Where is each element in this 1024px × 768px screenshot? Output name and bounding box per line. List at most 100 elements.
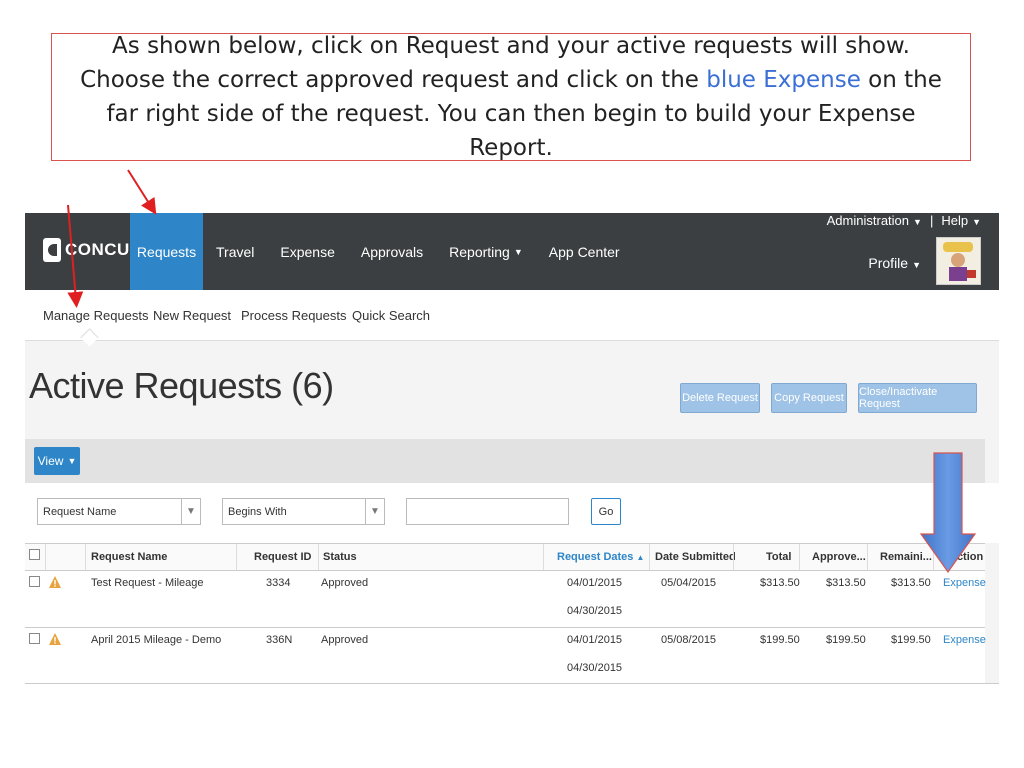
nav-approvals[interactable]: Approvals bbox=[348, 213, 436, 290]
nav-travel-label: Travel bbox=[216, 243, 255, 260]
go-button-label: Go bbox=[598, 505, 614, 518]
page-title: Active Requests (6) bbox=[29, 365, 334, 406]
avatar[interactable] bbox=[936, 237, 981, 285]
column-header-request-dates[interactable]: Request Dates ▲ bbox=[557, 551, 644, 563]
column-header-approved[interactable]: Approve... bbox=[812, 551, 866, 563]
copy-request-label: Copy Request bbox=[774, 392, 844, 404]
nav-expense-label: Expense bbox=[280, 243, 335, 260]
table-header: Request Name Request ID Status Request D… bbox=[25, 543, 985, 571]
view-button[interactable]: View ▼ bbox=[34, 447, 80, 475]
concur-logo[interactable]: CONCUR bbox=[43, 235, 143, 265]
status-cell: Approved bbox=[321, 577, 369, 589]
subnav-quick-search-label: Quick Search bbox=[352, 308, 431, 323]
nav-approvals-label: Approvals bbox=[360, 243, 424, 260]
request-name-cell[interactable]: Test Request - Mileage bbox=[91, 577, 204, 589]
chevron-down-icon: ▼ bbox=[67, 456, 77, 466]
view-toolbar: View ▼ bbox=[25, 439, 985, 483]
avatar-image bbox=[937, 238, 980, 284]
expense-action-link[interactable]: Expense bbox=[943, 634, 986, 646]
row-checkbox[interactable] bbox=[29, 576, 40, 587]
nav-reporting-label: Reporting bbox=[449, 243, 510, 260]
chevron-down-icon: ▼ bbox=[912, 260, 921, 270]
administration-label: Administration bbox=[826, 213, 910, 228]
help-label: Help bbox=[941, 213, 969, 228]
profile-menu[interactable]: Profile ▼ bbox=[868, 255, 921, 271]
profile-label: Profile bbox=[868, 255, 909, 271]
subnav-quick-search[interactable]: Quick Search bbox=[352, 308, 430, 323]
main-nav: Requests Travel Expense Approvals Report… bbox=[130, 213, 633, 290]
nav-travel[interactable]: Travel bbox=[203, 213, 267, 290]
column-separator bbox=[236, 544, 237, 570]
column-separator bbox=[45, 544, 46, 570]
request-name-cell[interactable]: April 2015 Mileage - Demo bbox=[91, 634, 221, 646]
view-button-label: View bbox=[37, 454, 64, 468]
expense-action-link[interactable]: Expense bbox=[943, 577, 986, 589]
nav-app-center-label: App Center bbox=[548, 243, 620, 260]
filter-field-value: Request Name bbox=[43, 505, 117, 518]
instruction-text: As shown below, click on Request and you… bbox=[70, 29, 952, 165]
column-separator bbox=[318, 544, 319, 570]
column-separator bbox=[543, 544, 544, 570]
chevron-down-icon: ▼ bbox=[972, 217, 981, 227]
table-row: April 2015 Mileage - Demo 336N Approved … bbox=[25, 628, 986, 683]
menu-separator: | bbox=[929, 213, 934, 228]
status-cell: Approved bbox=[321, 634, 369, 646]
nav-app-center[interactable]: App Center bbox=[536, 213, 633, 290]
subnav-new-request[interactable]: New Request bbox=[153, 308, 231, 323]
column-header-total[interactable]: Total bbox=[766, 551, 791, 563]
sub-navigation: Manage Requests New Request Process Requ… bbox=[25, 290, 999, 341]
table-row: Test Request - Mileage 3334 Approved 04/… bbox=[25, 571, 986, 628]
go-button[interactable]: Go bbox=[591, 498, 621, 525]
column-header-request-dates-label: Request Dates bbox=[557, 551, 634, 563]
request-end-date-cell: 04/30/2015 bbox=[567, 605, 623, 617]
blue-down-arrow-icon bbox=[920, 452, 976, 574]
arrow-to-requests-icon bbox=[127, 169, 157, 215]
chevron-down-icon: ▼ bbox=[365, 499, 384, 524]
column-separator bbox=[799, 544, 800, 570]
requests-table: Request Name Request ID Status Request D… bbox=[25, 543, 986, 683]
close-inactivate-request-label: Close/Inactivate Request bbox=[859, 386, 938, 410]
delete-request-button[interactable]: Delete Request bbox=[680, 383, 760, 413]
select-all-checkbox[interactable] bbox=[29, 549, 40, 560]
close-inactivate-request-button[interactable]: Close/Inactivate Request bbox=[858, 383, 977, 413]
warning-icon bbox=[49, 576, 61, 588]
subnav-manage-requests[interactable]: Manage Requests bbox=[43, 308, 149, 323]
chevron-down-icon: ▼ bbox=[513, 246, 523, 257]
subnav-new-request-label: New Request bbox=[153, 308, 232, 323]
warning-icon bbox=[49, 633, 61, 645]
copy-request-button[interactable]: Copy Request bbox=[771, 383, 847, 413]
request-id-cell: 336N bbox=[266, 634, 293, 646]
admin-help-row: Administration ▼ | Help ▼ bbox=[827, 213, 981, 228]
chevron-down-icon: ▼ bbox=[181, 499, 200, 524]
date-submitted-cell: 05/04/2015 bbox=[661, 577, 717, 589]
column-separator bbox=[733, 544, 734, 570]
nav-expense[interactable]: Expense bbox=[267, 213, 347, 290]
filter-operator-select[interactable]: Begins With ▼ bbox=[222, 498, 385, 525]
filter-operator-value: Begins With bbox=[228, 505, 287, 518]
subnav-manage-requests-label: Manage Requests bbox=[43, 308, 149, 323]
column-header-date-submitted[interactable]: Date Submitted bbox=[655, 551, 736, 563]
nav-requests[interactable]: Requests bbox=[130, 213, 203, 290]
column-header-request-name[interactable]: Request Name bbox=[91, 551, 167, 563]
column-separator bbox=[867, 544, 868, 570]
filter-field-select[interactable]: Request Name ▼ bbox=[37, 498, 201, 525]
row-checkbox[interactable] bbox=[29, 633, 40, 644]
help-menu[interactable]: Help ▼ bbox=[941, 213, 981, 228]
request-start-date-cell: 04/01/2015 bbox=[567, 634, 623, 646]
column-separator bbox=[85, 544, 86, 570]
instruction-callout: As shown below, click on Request and you… bbox=[51, 33, 971, 161]
sort-ascending-icon: ▲ bbox=[636, 553, 645, 562]
top-navigation-bar: CONCUR Requests Travel Expense Approvals… bbox=[25, 213, 999, 290]
subnav-process-requests[interactable]: Process Requests bbox=[241, 308, 347, 323]
column-header-request-id[interactable]: Request ID bbox=[254, 551, 311, 563]
filter-row: Request Name ▼ Begins With ▼ Go bbox=[25, 483, 999, 543]
concur-logo-icon bbox=[43, 238, 61, 262]
filter-value-input[interactable] bbox=[406, 498, 569, 525]
approved-cell: $199.50 bbox=[826, 634, 866, 646]
instruction-highlight: blue Expense bbox=[706, 67, 861, 93]
nav-reporting[interactable]: Reporting ▼ bbox=[436, 213, 536, 290]
column-header-status[interactable]: Status bbox=[323, 551, 357, 563]
administration-menu[interactable]: Administration ▼ bbox=[827, 213, 922, 228]
approved-cell: $313.50 bbox=[826, 577, 866, 589]
remaining-cell: $313.50 bbox=[891, 577, 931, 589]
